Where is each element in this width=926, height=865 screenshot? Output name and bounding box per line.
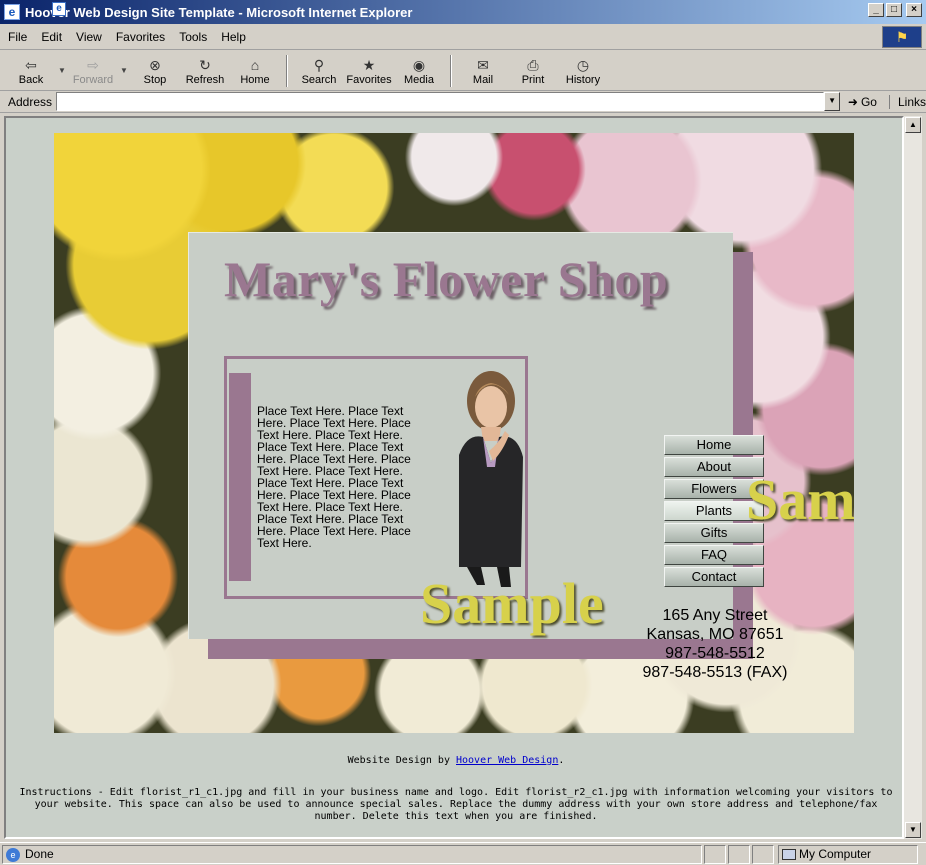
welcome-text: Place Text Here. Place Text Here. Place … (257, 404, 411, 550)
close-button[interactable]: × (906, 3, 922, 17)
address-dropdown-icon[interactable]: ▼ (824, 92, 840, 111)
address-input[interactable] (56, 92, 825, 111)
refresh-icon: ↻ (199, 56, 211, 73)
history-label: History (565, 73, 601, 86)
standard-toolbar: ⇦ Back ▼ ⇨ Forward ▼ ⊗ Stop ↻ Refresh ⌂ … (0, 51, 926, 91)
menu-edit[interactable]: Edit (41, 30, 62, 44)
sample-watermark: Sample (746, 467, 854, 532)
menu-bar: File Edit View Favorites Tools Help (0, 24, 926, 50)
store-address: 165 Any Street Kansas, MO 87651 987-548-… (634, 606, 796, 682)
address-phone: 987-548-5512 (665, 645, 765, 662)
scroll-up-icon[interactable]: ▲ (905, 117, 921, 133)
favorites-button[interactable]: ★ Favorites (344, 52, 394, 90)
refresh-label: Refresh (185, 73, 225, 86)
mail-button[interactable]: ✉ Mail (458, 52, 508, 90)
status-pane (728, 844, 750, 864)
history-icon: ◷ (576, 56, 590, 73)
page-done-icon: e (6, 847, 20, 862)
links-button[interactable]: Links (888, 94, 926, 109)
maximize-button[interactable]: □ (886, 3, 902, 17)
roses-background-image: Mary's Flower Shop Place Text Here. Plac… (54, 133, 854, 733)
page-icon: e (52, 2, 66, 16)
print-button[interactable]: ⎙ Print (508, 52, 558, 90)
scroll-down-icon[interactable]: ▼ (905, 822, 921, 838)
back-label: Back (18, 73, 44, 86)
credit-prefix: Website Design by (347, 755, 450, 766)
search-label: Search (301, 73, 337, 86)
status-pane (752, 844, 774, 864)
search-icon: ⚲ (313, 56, 325, 73)
toolbar-separator (286, 54, 288, 87)
printer-icon: ⎙ (527, 56, 539, 73)
shop-title: Mary's Flower Shop (224, 251, 669, 307)
window-titlebar: e Hoover Web Design Site Template - Micr… (0, 0, 926, 24)
back-arrow-icon: ⇦ (25, 56, 37, 73)
media-button[interactable]: ◉ Media (394, 52, 444, 90)
forward-button[interactable]: ⇨ Forward (68, 52, 118, 90)
content-panel: Mary's Flower Shop Place Text Here. Plac… (188, 232, 854, 681)
address-bar: Address ▼ ➜ Go Links (0, 91, 926, 113)
florist-photo (459, 371, 523, 587)
window-title: Hoover Web Design Site Template - Micros… (25, 4, 413, 20)
forward-arrow-icon: ⇨ (87, 56, 99, 73)
windows-flag-icon: ⚑ (882, 26, 922, 48)
address-street: 165 Any Street (662, 607, 768, 624)
address-fax: 987-548-5513 (FAX) (642, 664, 788, 681)
welcome-frame: Place Text Here. Place Text Here. Place … (224, 356, 528, 599)
back-button[interactable]: ⇦ Back (6, 52, 56, 90)
zone-label: My Computer (799, 847, 872, 861)
print-label: Print (521, 73, 545, 86)
menu-tools[interactable]: Tools (179, 30, 207, 44)
stop-label: Stop (143, 73, 167, 86)
address-label: Address (8, 94, 53, 109)
status-pane (704, 844, 726, 864)
stop-button[interactable]: ⊗ Stop (130, 52, 180, 90)
search-button[interactable]: ⚲ Search (294, 52, 344, 90)
home-icon: ⌂ (250, 56, 260, 73)
mail-icon: ✉ (477, 56, 489, 73)
back-dropdown-icon[interactable]: ▼ (56, 66, 68, 75)
favorites-label: Favorites (346, 73, 392, 86)
design-credit: Website Design by Hoover Web Design. (6, 755, 902, 766)
go-button[interactable]: ➜ Go (848, 95, 877, 109)
computer-icon (782, 848, 796, 860)
go-arrow-icon: ➜ (847, 94, 858, 109)
refresh-button[interactable]: ↻ Refresh (180, 52, 230, 90)
address-city: Kansas, MO 87651 (646, 626, 784, 643)
minimize-button[interactable]: _ (868, 3, 884, 17)
sample-watermark: Sample (420, 571, 604, 636)
menu-favorites[interactable]: Favorites (116, 30, 165, 44)
favorites-icon: ★ (362, 56, 376, 73)
stop-icon: ⊗ (149, 56, 161, 73)
window-controls: _ □ × (868, 3, 922, 17)
status-text: Done (25, 847, 54, 861)
forward-label: Forward (72, 73, 114, 86)
menu-file[interactable]: File (8, 30, 27, 44)
status-bar: e Done My Computer (0, 842, 926, 865)
page-viewport: Mary's Flower Shop Place Text Here. Plac… (4, 116, 904, 839)
ie-app-icon: e (4, 4, 20, 20)
home-label: Home (240, 73, 270, 86)
template-instructions: Instructions - Edit florist_r1_c1.jpg an… (19, 787, 893, 822)
menu-help[interactable]: Help (221, 30, 246, 44)
media-icon: ◉ (412, 56, 426, 73)
forward-dropdown-icon[interactable]: ▼ (118, 66, 130, 75)
go-label: Go (860, 94, 877, 109)
hoover-web-design-link[interactable]: Hoover Web Design (456, 755, 558, 766)
nav-home-button[interactable]: Home (664, 435, 764, 455)
frame-accent-bar (229, 373, 251, 581)
nav-contact-button[interactable]: Contact (664, 567, 764, 587)
menu-view[interactable]: View (76, 30, 102, 44)
home-button[interactable]: ⌂ Home (230, 52, 280, 90)
history-button[interactable]: ◷ History (558, 52, 608, 90)
status-main: e Done (2, 844, 702, 864)
mail-label: Mail (472, 73, 494, 86)
toolbar-separator (450, 54, 452, 87)
nav-faq-button[interactable]: FAQ (664, 545, 764, 565)
media-label: Media (404, 73, 434, 86)
security-zone: My Computer (778, 844, 918, 864)
vertical-scrollbar[interactable]: ▲ ▼ (904, 116, 922, 839)
credit-suffix: . (558, 755, 565, 766)
